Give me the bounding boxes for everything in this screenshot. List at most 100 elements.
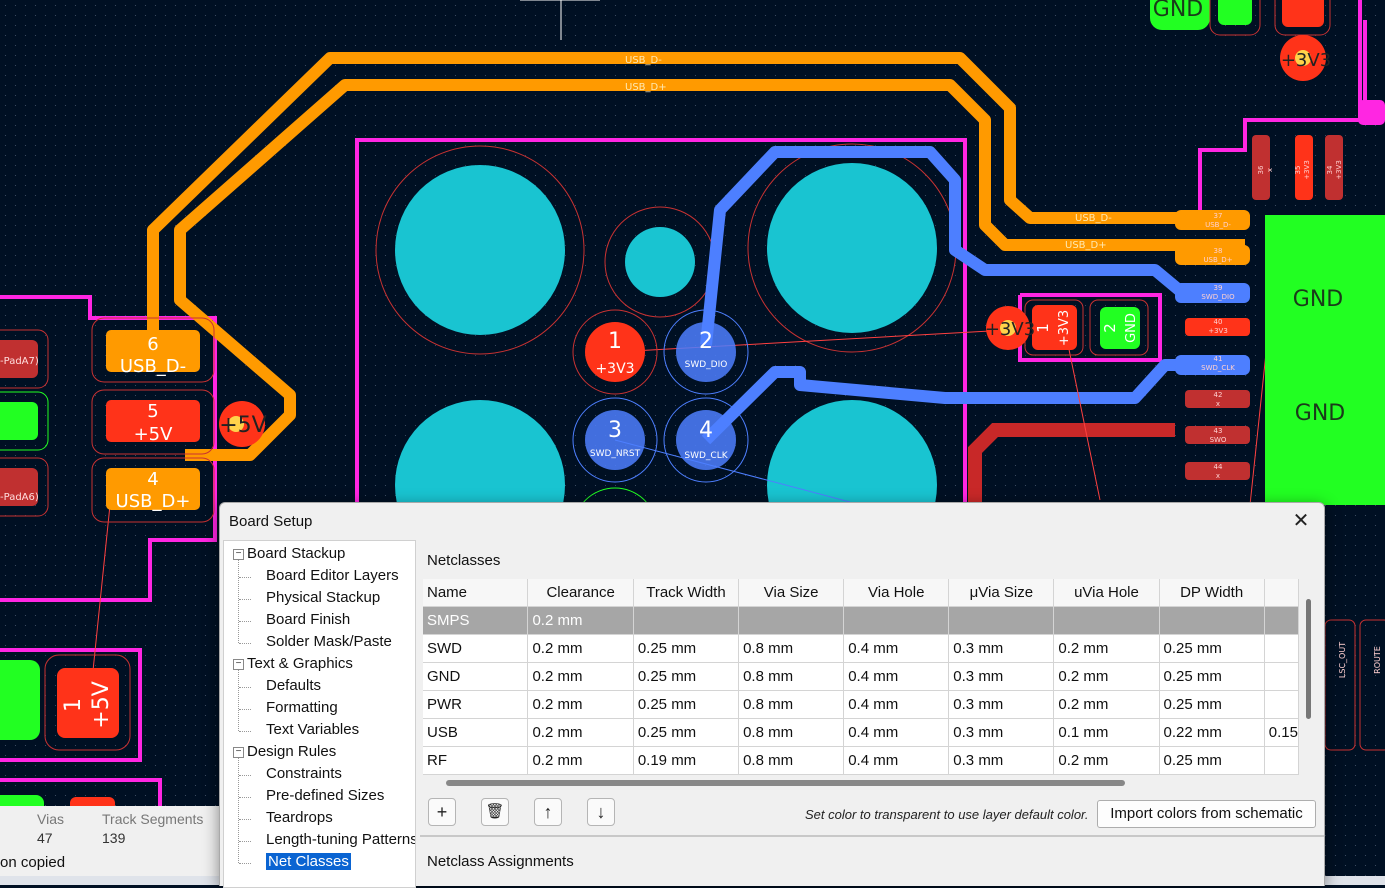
table-cell[interactable]: 0.25 mm [1159,690,1265,719]
settings-tree: − Board Stackup Board Editor Layers Physica… [223,540,416,888]
tree-collapse-toggle[interactable]: − [233,659,244,670]
table-cell[interactable]: 0.25 mm [1159,662,1265,691]
table-cell[interactable]: 0.1 mm [1053,718,1160,747]
via-5v-label: +5V [219,413,266,438]
table-cell[interactable]: 0.25 mm [633,662,740,691]
delete-netclass-button[interactable]: 🗑 [481,798,509,826]
table-cell[interactable]: 0.2 mm [1053,690,1160,719]
table-cell[interactable]: 0.2 mm [1053,746,1160,775]
table-cell[interactable]: 0.25 mm [633,718,740,747]
tree-item-design-rules[interactable]: Design Rules [247,742,336,762]
table-cell[interactable]: 0.3 mm [948,634,1055,663]
tree-item-formatting[interactable]: Formatting [266,698,338,718]
tree-collapse-toggle[interactable]: − [233,549,244,560]
table-cell[interactable]: 0.3 mm [948,746,1055,775]
table-cell[interactable]: 0.3 mm [948,718,1055,747]
column-header[interactable]: Via Hole [843,579,950,607]
tree-item-board-editor-layers[interactable]: Board Editor Layers [266,566,399,586]
tree-item-constraints[interactable]: Constraints [266,764,342,784]
table-cell[interactable]: 0.4 mm [843,662,950,691]
table-cell[interactable]: 0.8 mm [738,718,845,747]
netclass-name-cell[interactable]: USB [423,718,529,747]
table-cell[interactable] [948,606,1055,635]
column-header[interactable]: Track Width [633,579,740,607]
netclass-name-cell[interactable]: RF [423,746,529,775]
tree-item-teardrops[interactable]: Teardrops [266,808,333,828]
tree-collapse-toggle[interactable]: − [233,747,244,758]
netclass-grid[interactable]: Name Clearance Track Width Via Size Via Hole… [423,579,1299,775]
table-cell[interactable]: 0.8 mm [738,746,845,775]
table-cell[interactable]: 0.2 mm [1053,634,1160,663]
tree-item-length-tuning-patterns[interactable]: Length-tuning Patterns [266,830,415,850]
table-cell[interactable]: 0.2 mm [527,662,634,691]
move-down-button[interactable]: ↓ [587,798,615,826]
tree-item-text-graphics[interactable]: Text & Graphics [247,654,353,674]
table-cell[interactable]: 0.15 [1264,718,1299,747]
table-cell[interactable] [1264,662,1299,691]
table-cell[interactable]: 0.25 mm [1159,634,1265,663]
table-cell[interactable]: 0.25 mm [633,690,740,719]
table-cell[interactable]: 0.4 mm [843,690,950,719]
tree-item-net-classes[interactable]: Net Classes [266,852,351,872]
table-cell[interactable] [1264,634,1299,663]
table-cell[interactable] [633,606,740,635]
table-cell[interactable]: 0.25 mm [633,634,740,663]
segments-label: Track Segments [102,811,204,827]
add-netclass-button[interactable]: + [428,798,456,826]
table-cell[interactable] [1264,746,1299,775]
tree-item-board-stackup[interactable]: Board Stackup [247,544,345,564]
column-header[interactable]: μVia Size [948,579,1055,607]
tree-item-board-finish[interactable]: Board Finish [266,610,350,630]
table-cell[interactable]: 0.3 mm [948,690,1055,719]
table-cell[interactable]: 0.2 mm [527,746,634,775]
ic-pin37-net: USB_D- [1205,221,1231,229]
tree-item-text-variables[interactable]: Text Variables [266,720,359,740]
table-cell[interactable]: 0.2 mm [1053,662,1160,691]
table-cell[interactable]: 0.8 mm [738,634,845,663]
close-button[interactable]: ✕ [1290,510,1312,532]
table-cell[interactable]: 0.25 mm [1159,746,1265,775]
table-cell[interactable]: 0.8 mm [738,690,845,719]
table-row[interactable]: SWD 0.2 mm 0.25 mm 0.8 mm 0.4 mm 0.3 mm 0.2 mm… [423,634,1299,663]
table-cell[interactable] [1159,606,1265,635]
tree-item-physical-stackup[interactable]: Physical Stackup [266,588,380,608]
tree-item-solder-mask-paste[interactable]: Solder Mask/Paste [266,632,392,652]
table-cell[interactable] [1264,606,1299,635]
table-cell[interactable]: 0.3 mm [948,662,1055,691]
table-cell[interactable]: 0.22 mm [1159,718,1265,747]
table-cell[interactable]: 0.2 mm [527,634,634,663]
tree-item-pre-defined-sizes[interactable]: Pre-defined Sizes [266,786,384,806]
netclass-name-cell[interactable]: SWD [423,634,529,663]
table-row[interactable]: SMPS 0.2 mm [423,606,1299,635]
table-cell[interactable]: 0.2 mm [527,718,634,747]
table-row[interactable]: USB 0.2 mm 0.25 mm 0.8 mm 0.4 mm 0.3 mm 0.1 mm… [423,718,1299,747]
netclass-name-cell[interactable]: PWR [423,690,529,719]
column-header[interactable]: DP Width [1159,579,1265,607]
table-row[interactable]: PWR 0.2 mm 0.25 mm 0.8 mm 0.4 mm 0.3 mm 0.2 mm… [423,690,1299,719]
table-cell[interactable] [1053,606,1160,635]
move-up-button[interactable]: ↑ [534,798,562,826]
table-cell[interactable]: 0.19 mm [633,746,740,775]
table-cell[interactable]: 0.4 mm [843,634,950,663]
column-header[interactable]: Clearance [527,579,634,607]
grid-vertical-scrollbar[interactable] [1306,599,1311,719]
table-cell[interactable]: 0.4 mm [843,718,950,747]
table-cell[interactable] [843,606,950,635]
table-cell[interactable]: 0.2 mm [527,690,634,719]
column-header[interactable]: uVia Hole [1053,579,1160,607]
table-cell[interactable] [738,606,845,635]
table-row[interactable]: GND 0.2 mm 0.25 mm 0.8 mm 0.4 mm 0.3 mm 0.2 mm… [423,662,1299,691]
column-header[interactable]: Via Size [738,579,845,607]
grid-horizontal-scrollbar[interactable] [446,780,1125,786]
column-header[interactable] [1264,579,1299,607]
tree-item-defaults[interactable]: Defaults [266,676,321,696]
netclass-name-cell[interactable]: SMPS [423,606,529,635]
netclass-name-cell[interactable]: GND [423,662,529,691]
table-row[interactable]: RF 0.2 mm 0.19 mm 0.8 mm 0.4 mm 0.3 mm 0.2 mm 0… [423,746,1299,775]
table-cell[interactable]: 0.8 mm [738,662,845,691]
import-colors-button[interactable]: Import colors from schematic [1097,800,1316,828]
column-header[interactable]: Name [423,579,529,607]
table-cell[interactable]: 0.4 mm [843,746,950,775]
table-cell[interactable] [1264,690,1299,719]
table-cell[interactable]: 0.2 mm [527,606,634,635]
